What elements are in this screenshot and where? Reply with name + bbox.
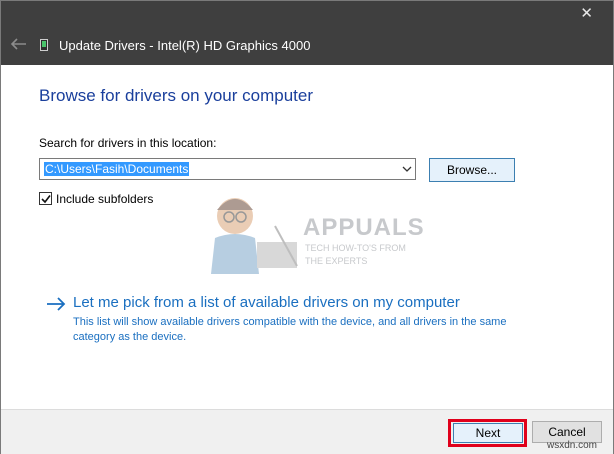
watermark-tagline-1: TECH HOW-TO'S FROM (305, 243, 406, 253)
title-bar: ✕ Update Drivers - Intel(R) HD Graphics … (1, 1, 613, 65)
page-heading: Browse for drivers on your computer (39, 86, 313, 105)
window-title: Update Drivers - Intel(R) HD Graphics 40… (59, 38, 311, 53)
watermark-brand: APPUALS (303, 214, 425, 241)
browse-button[interactable]: Browse... (429, 158, 515, 182)
checkmark-icon (41, 195, 51, 204)
right-arrow-icon[interactable] (46, 297, 66, 311)
next-button[interactable]: Next (453, 423, 523, 443)
chevron-down-icon[interactable] (402, 165, 412, 173)
path-combobox[interactable]: C:\Users\Fasih\Documents (39, 158, 416, 180)
pick-from-list-link[interactable]: Let me pick from a list of available dri… (73, 294, 460, 311)
close-icon[interactable]: ✕ (580, 6, 593, 21)
path-input-value[interactable]: C:\Users\Fasih\Documents (44, 162, 190, 176)
include-subfolders-label: Include subfolders (56, 192, 154, 206)
include-subfolders-checkbox[interactable] (39, 192, 52, 205)
site-watermark: wsxdn.com (547, 440, 598, 451)
back-arrow-icon[interactable] (9, 37, 27, 51)
pick-from-list-description: This list will show available drivers co… (73, 316, 507, 343)
watermark-tagline-2: THE EXPERTS (305, 256, 368, 266)
search-location-label: Search for drivers in this location: (39, 136, 217, 150)
display-adapter-icon (40, 39, 48, 51)
